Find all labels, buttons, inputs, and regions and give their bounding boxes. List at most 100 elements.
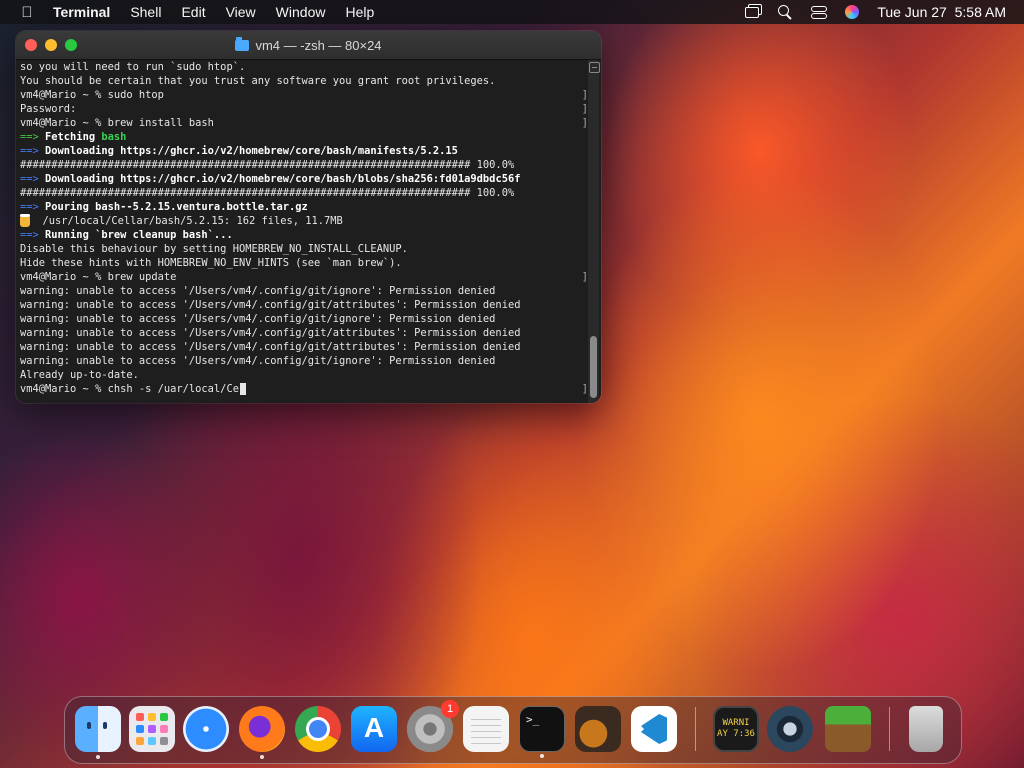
terminal-text: vm4@Mario ~ % chsh -s /uar/local/Ce [20,383,239,395]
terminal-text: vm4@Mario ~ % sudo htop [20,89,164,101]
terminal-content[interactable]: so you will need to run `sudo htop`. You … [16,60,601,403]
textedit-icon[interactable] [463,706,509,752]
finder-icon[interactable] [75,706,121,759]
terminal-window[interactable]: vm4 — -zsh — 80×24 so you will need to r… [16,31,601,403]
beer-mug-icon [20,214,30,227]
terminal-line: warning: unable to access '/Users/vm4/.c… [20,326,588,340]
terminal-text: bash [101,131,127,143]
notification-badge: 1 [441,700,459,718]
window-title: vm4 — -zsh — 80×24 [16,31,601,59]
terminal-line: Password:] [20,102,588,116]
scroll-marks-icon[interactable] [589,62,600,73]
terminal-text: vm4@Mario ~ % brew update [20,271,177,283]
running-indicator [96,755,100,759]
terminal-text: ==> [20,131,46,143]
console-line-1: WARNI [722,718,750,728]
launchpad-icon[interactable] [129,706,175,752]
menu-shell[interactable]: Shell [130,4,161,20]
menu-view[interactable]: View [226,4,256,20]
terminal-line: ########################################… [20,158,588,172]
terminal-text: Downloading https://ghcr.io/v2/homebrew/… [45,173,521,185]
terminal-line: You should be certain that you trust any… [20,74,588,88]
minecraft-icon[interactable] [825,706,871,752]
terminal-text: ########################################… [20,187,515,199]
terminal-line: ==> Downloading https://ghcr.io/v2/homeb… [20,144,588,158]
trash-icon[interactable] [909,706,943,752]
terminal-text: ==> [20,229,46,241]
terminal-text: warning: unable to access '/Users/vm4/.c… [20,355,496,367]
menu-help[interactable]: Help [345,4,374,20]
terminal-text: ==> [20,201,46,213]
text-cursor [239,383,246,395]
terminal-line: Hide these hints with HOMEBREW_NO_ENV_HI… [20,256,588,270]
system-settings-icon[interactable]: 1 [407,700,459,752]
menu-window[interactable]: Window [276,4,326,20]
terminal-text: Disable this behaviour by setting HOMEBR… [20,243,408,255]
terminal-line: vm4@Mario ~ % chsh -s /uar/local/Ce] [20,382,588,396]
terminal-text: Hide these hints with HOMEBREW_NO_ENV_HI… [20,257,402,269]
folder-icon [235,36,250,51]
terminal-text: warning: unable to access '/Users/vm4/.c… [20,313,496,325]
app-store-icon[interactable] [351,706,397,752]
dock: 1 WARNI AY 7:36 [64,696,962,764]
terminal-line: ==> Running `brew cleanup bash`... [20,228,588,242]
terminal-line: Disable this behaviour by setting HOMEBR… [20,242,588,256]
terminal-text: vm4@Mario ~ % brew install bash [20,117,214,129]
terminal-text: warning: unable to access '/Users/vm4/.c… [20,327,521,339]
terminal-line: warning: unable to access '/Users/vm4/.c… [20,340,588,354]
terminal-line: so you will need to run `sudo htop`. [20,60,588,74]
terminal-text: ########################################… [20,159,515,171]
vscode-icon[interactable] [631,706,677,752]
safari-icon[interactable] [183,706,229,752]
terminal-text: Already up-to-date. [20,369,139,381]
menu-app-name[interactable]: Terminal [53,4,110,20]
terminal-line: ==> Fetching bash [20,130,588,144]
terminal-icon[interactable] [519,706,565,758]
terminal-line: Already up-to-date. [20,368,588,382]
terminal-text: warning: unable to access '/Users/vm4/.c… [20,299,521,311]
terminal-line: warning: unable to access '/Users/vm4/.c… [20,312,588,326]
terminal-text: Fetching [45,131,102,143]
terminal-line: warning: unable to access '/Users/vm4/.c… [20,298,588,312]
console-icon[interactable]: WARNI AY 7:36 [713,706,759,752]
menu-edit[interactable]: Edit [181,4,205,20]
terminal-line: /usr/local/Cellar/bash/5.2.15: 162 files… [20,214,588,228]
terminal-line: ==> Downloading https://ghcr.io/v2/homeb… [20,172,588,186]
terminal-title-bar[interactable]: vm4 — -zsh — 80×24 [16,31,601,60]
menu-bar-extras: Tue Jun 27 5:58 AM [745,0,1006,24]
screen-mirroring-icon[interactable] [745,6,760,18]
terminal-text: Downloading https://ghcr.io/v2/homebrew/… [45,145,458,157]
window-title-text: vm4 — -zsh — 80×24 [255,37,382,53]
terminal-text: warning: unable to access '/Users/vm4/.c… [20,285,496,297]
terminal-line: vm4@Mario ~ % brew update] [20,270,588,284]
garageband-icon[interactable] [575,706,621,752]
terminal-scrollbar[interactable] [588,60,600,403]
terminal-text: warning: unable to access '/Users/vm4/.c… [20,341,521,353]
terminal-line: warning: unable to access '/Users/vm4/.c… [20,284,588,298]
control-center-icon[interactable] [811,5,828,19]
terminal-line: ==> Pouring bash--5.2.15.ventura.bottle.… [20,200,588,214]
terminal-text: Password: [20,103,77,115]
apple-menu-icon[interactable]:  [18,0,36,24]
terminal-text: Pouring bash--5.2.15.ventura.bottle.tar.… [45,201,308,213]
steam-icon[interactable] [767,706,813,752]
siri-icon[interactable] [845,5,860,19]
menu-bar:  Terminal Shell Edit View Window Help T… [0,0,1024,24]
console-line-2: AY 7:36 [717,729,755,739]
terminal-text: You should be certain that you trust any… [20,75,496,87]
terminal-output[interactable]: so you will need to run `sudo htop`. You … [20,60,588,396]
scrollbar-thumb[interactable] [590,336,597,398]
terminal-text: ==> [20,173,46,185]
dock-separator [889,707,890,751]
menu-clock[interactable]: Tue Jun 27 5:58 AM [877,4,1006,20]
running-indicator [540,754,544,758]
running-indicator [260,755,264,759]
terminal-text: so you will need to run `sudo htop`. [20,61,246,73]
dock-separator [695,707,696,751]
terminal-line: warning: unable to access '/Users/vm4/.c… [20,354,588,368]
terminal-line: vm4@Mario ~ % brew install bash] [20,116,588,130]
firefox-icon[interactable] [239,706,285,759]
spotlight-search-icon[interactable] [777,5,793,19]
terminal-text: ==> [20,145,46,157]
chrome-icon[interactable] [295,706,341,752]
